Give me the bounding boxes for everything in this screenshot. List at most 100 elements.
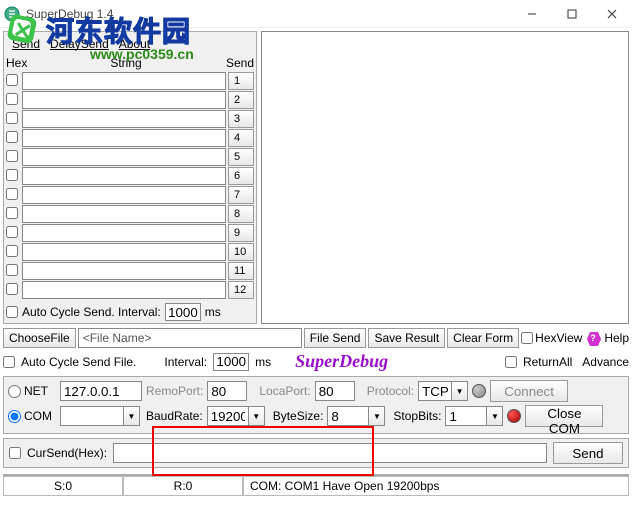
- filename-input[interactable]: [78, 328, 302, 348]
- help-icon[interactable]: ?: [584, 330, 602, 346]
- clear-form-button[interactable]: Clear Form: [447, 328, 519, 348]
- svg-text:?: ?: [591, 333, 597, 343]
- net-status-led: [472, 384, 486, 398]
- hex-checkbox[interactable]: [6, 169, 18, 181]
- menu-delaysend[interactable]: DelaySend: [50, 37, 109, 51]
- string-input[interactable]: [22, 262, 226, 280]
- send-row: 1: [6, 72, 254, 90]
- com-status-led: [507, 409, 521, 423]
- send-row-button[interactable]: 7: [228, 186, 254, 204]
- hex-checkbox[interactable]: [6, 207, 18, 219]
- locaport-input[interactable]: [315, 381, 355, 401]
- chevron-down-icon[interactable]: ▼: [452, 381, 468, 401]
- cursend-checkbox[interactable]: [9, 447, 21, 459]
- send-row: 12: [6, 281, 254, 299]
- string-input[interactable]: [22, 167, 226, 185]
- com-radio[interactable]: COM: [8, 409, 56, 423]
- cursend-input[interactable]: [113, 443, 547, 463]
- chevron-down-icon[interactable]: ▼: [249, 406, 265, 426]
- hex-checkbox[interactable]: [6, 74, 18, 86]
- hex-checkbox[interactable]: [6, 112, 18, 124]
- save-result-button[interactable]: Save Result: [368, 328, 445, 348]
- output-panel[interactable]: [261, 31, 629, 324]
- menu-about[interactable]: About: [119, 37, 150, 51]
- hex-checkbox[interactable]: [6, 93, 18, 105]
- status-bar: S:0 R:0 COM: COM1 Have Open 19200bps: [3, 474, 629, 496]
- send-row-button[interactable]: 11: [228, 262, 254, 280]
- hex-checkbox[interactable]: [6, 283, 18, 295]
- col-string: String: [26, 56, 226, 70]
- stopbits-combo[interactable]: ▼: [445, 406, 503, 426]
- status-sent: S:0: [3, 476, 123, 496]
- file-send-button[interactable]: File Send: [304, 328, 367, 348]
- string-input[interactable]: [22, 205, 226, 223]
- net-address-input[interactable]: [60, 381, 142, 401]
- hex-checkbox[interactable]: [6, 245, 18, 257]
- bytesize-combo[interactable]: ▼: [327, 406, 385, 426]
- baudrate-combo[interactable]: ▼: [207, 406, 265, 426]
- bytesize-label: ByteSize:: [273, 409, 324, 423]
- hex-checkbox[interactable]: [6, 150, 18, 162]
- net-radio[interactable]: NET: [8, 384, 56, 398]
- string-input[interactable]: [22, 110, 226, 128]
- string-input[interactable]: [22, 72, 226, 90]
- send-row-button[interactable]: 5: [228, 148, 254, 166]
- cursend-label: CurSend(Hex):: [27, 446, 107, 460]
- app-icon: [4, 6, 20, 22]
- menu-send[interactable]: Send: [12, 37, 40, 51]
- send-row-button[interactable]: 1: [228, 72, 254, 90]
- returnall-checkbox[interactable]: [505, 356, 517, 368]
- remoport-label: RemoPort:: [146, 384, 203, 398]
- send-row-button[interactable]: 9: [228, 224, 254, 242]
- send-row: 8: [6, 205, 254, 223]
- choose-file-button[interactable]: ChooseFile: [3, 328, 76, 348]
- send-row: 6: [6, 167, 254, 185]
- advance-label[interactable]: Advance: [582, 355, 629, 369]
- baudrate-label: BaudRate:: [146, 409, 203, 423]
- close-button[interactable]: [592, 0, 632, 28]
- auto-cycle-file-label: Auto Cycle Send File.: [21, 355, 136, 369]
- hex-checkbox[interactable]: [6, 188, 18, 200]
- string-input[interactable]: [22, 148, 226, 166]
- auto-cycle-label: Auto Cycle Send. Interval:: [22, 305, 161, 319]
- connection-panel: NET RemoPort: LocaPort: Protocol: ▼ Conn…: [3, 376, 629, 434]
- string-input[interactable]: [22, 129, 226, 147]
- hex-checkbox[interactable]: [6, 226, 18, 238]
- minimize-button[interactable]: [512, 0, 552, 28]
- connect-button[interactable]: Connect: [490, 380, 568, 402]
- send-button[interactable]: Send: [553, 442, 623, 464]
- send-row-button[interactable]: 2: [228, 91, 254, 109]
- remoport-input[interactable]: [207, 381, 247, 401]
- menu-bar: Send DelaySend About: [6, 34, 254, 54]
- auto-cycle-checkbox[interactable]: [6, 306, 18, 318]
- interval-label: Interval:: [164, 355, 207, 369]
- string-input[interactable]: [22, 91, 226, 109]
- send-row-button[interactable]: 12: [228, 281, 254, 299]
- col-hex: Hex: [6, 56, 26, 70]
- protocol-combo[interactable]: ▼: [418, 381, 468, 401]
- chevron-down-icon[interactable]: ▼: [487, 406, 503, 426]
- send-row-button[interactable]: 3: [228, 110, 254, 128]
- send-row: 11: [6, 262, 254, 280]
- auto-cycle-file-checkbox[interactable]: [3, 356, 15, 368]
- send-row-button[interactable]: 8: [228, 205, 254, 223]
- file-interval-input[interactable]: [213, 353, 249, 371]
- help-label[interactable]: Help: [604, 331, 629, 345]
- string-input[interactable]: [22, 281, 226, 299]
- send-row-button[interactable]: 4: [228, 129, 254, 147]
- hex-checkbox[interactable]: [6, 264, 18, 276]
- send-row-button[interactable]: 6: [228, 167, 254, 185]
- com-port-combo[interactable]: ▼: [60, 406, 140, 426]
- string-input[interactable]: [22, 224, 226, 242]
- hex-checkbox[interactable]: [6, 131, 18, 143]
- string-input[interactable]: [22, 243, 226, 261]
- maximize-button[interactable]: [552, 0, 592, 28]
- close-com-button[interactable]: Close COM: [525, 405, 603, 427]
- chevron-down-icon[interactable]: ▼: [124, 406, 140, 426]
- hexview-checkbox[interactable]: [521, 332, 533, 344]
- interval-input[interactable]: [165, 303, 201, 321]
- string-input[interactable]: [22, 186, 226, 204]
- chevron-down-icon[interactable]: ▼: [369, 406, 385, 426]
- send-row-button[interactable]: 10: [228, 243, 254, 261]
- status-com: COM: COM1 Have Open 19200bps: [243, 476, 629, 496]
